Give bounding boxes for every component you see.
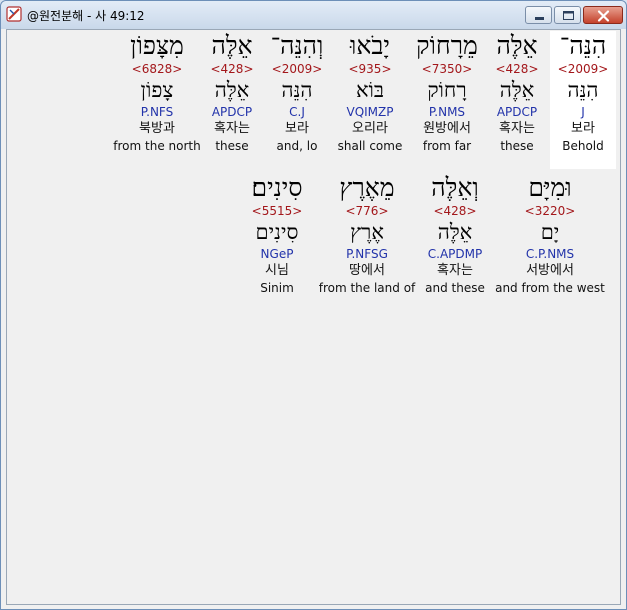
maximize-icon	[563, 11, 574, 20]
english-gloss: and these	[425, 281, 485, 295]
english-gloss: Sinim	[260, 281, 294, 295]
lemma-word: צָפוֹן	[140, 78, 174, 102]
english-gloss: from far	[422, 139, 472, 153]
korean-gloss: 북방과	[139, 121, 175, 136]
hebrew-word: מִצָּפוֹן	[130, 31, 184, 60]
maximize-button[interactable]	[554, 6, 581, 24]
word-block[interactable]: יָבֹאוּ <935> בּוֹא VQIMZP 오리라 shall com…	[331, 31, 409, 154]
korean-gloss: 오리라	[352, 121, 388, 136]
hebrew-word: וְאֵלֶּה	[431, 173, 479, 202]
word-block[interactable]: מֵרָחוֹק <7350> רָחוֹק P.NMS 원방에서 from f…	[407, 31, 487, 154]
parse-code: P.NFS	[140, 105, 174, 119]
lemma-word: בּוֹא	[355, 78, 385, 102]
korean-gloss: 혹자는	[499, 121, 535, 136]
parse-code: VQIMZP	[346, 105, 394, 119]
parse-code: APDCP	[496, 105, 538, 119]
english-gloss: from the north	[113, 139, 201, 153]
minimize-button[interactable]	[525, 6, 552, 24]
word-block[interactable]: וּמִיָּם <3220> יָם C.P.NMS 서방에서 and fro…	[494, 173, 606, 296]
minimize-icon	[535, 17, 544, 20]
strong-number: <6828>	[131, 62, 183, 76]
interlinear-panel: הִנֵּה־ <2009> הִנֵּה J 보라 Behold אֵלֶּה…	[6, 29, 621, 605]
lemma-word: אֵלֶּה	[214, 78, 250, 102]
strong-number: <2009>	[557, 62, 609, 76]
lemma-word: הִנֵּה	[567, 78, 599, 102]
english-gloss: Behold	[562, 139, 604, 153]
english-gloss: from the land of	[318, 281, 416, 295]
word-block-selected[interactable]: הִנֵּה־ <2009> הִנֵּה J 보라 Behold	[550, 31, 616, 169]
english-gloss: shall come	[337, 139, 403, 153]
parse-code: P.NFSG	[346, 247, 388, 261]
word-block[interactable]: אֵלֶּה <428> אֵלֶּה APDCP 혹자는 these	[482, 31, 552, 154]
strong-number: <3220>	[524, 204, 576, 218]
lemma-word: הִנֵּה	[281, 78, 313, 102]
app-window: @원전분해 - 사 49:12 הִנֵּה־ <2009> הִנֵּה J	[0, 0, 627, 610]
korean-gloss: 보라	[571, 121, 595, 136]
english-gloss: these	[215, 139, 249, 153]
strong-number: <776>	[345, 204, 389, 218]
strong-number: <5515>	[251, 204, 303, 218]
hebrew-word: מֵרָחוֹק	[416, 31, 478, 60]
hebrew-word: יָבֹאוּ	[349, 31, 390, 60]
english-gloss: these	[500, 139, 534, 153]
word-block[interactable]: וְהִנֵּה־ <2009> הִנֵּה C.J 보라 and, lo	[263, 31, 331, 154]
hebrew-word: הִנֵּה־	[559, 31, 607, 60]
english-gloss: and from the west	[495, 281, 605, 295]
strong-number: <935>	[348, 62, 392, 76]
hebrew-word: מֵאֶרֶץ	[339, 173, 395, 202]
english-gloss: and, lo	[276, 139, 318, 153]
korean-gloss: 혹자는	[437, 263, 473, 278]
window-title: @원전분해 - 사 49:12	[27, 9, 145, 23]
word-block[interactable]: מִצָּפוֹן <6828> צָפוֹן P.NFS 북방과 from t…	[109, 31, 205, 154]
strong-number: <428>	[495, 62, 539, 76]
parse-code: APDCP	[211, 105, 253, 119]
lemma-word: יָם	[540, 220, 560, 244]
korean-gloss: 땅에서	[349, 263, 385, 278]
korean-gloss: 원방에서	[423, 121, 471, 136]
lemma-word: סִינִים	[255, 220, 299, 244]
lemma-word: אֵלֶּה	[437, 220, 473, 244]
parse-code: C.P.NMS	[525, 247, 575, 261]
lemma-word: אֶרֶץ	[350, 220, 384, 244]
hebrew-word: וּמִיָּם	[528, 173, 572, 202]
strong-number: <7350>	[421, 62, 473, 76]
lemma-word: רָחוֹק	[427, 78, 467, 102]
strong-number: <428>	[433, 204, 477, 218]
hebrew-word: סִינִים׃	[251, 173, 303, 202]
close-icon	[597, 10, 610, 22]
close-button[interactable]	[583, 6, 623, 24]
parse-code: C.APDMP	[427, 247, 483, 261]
parse-code: NGeP	[260, 247, 294, 261]
parse-code: J	[581, 105, 585, 119]
word-block[interactable]: אֵלֶּה <428> אֵלֶּה APDCP 혹자는 these	[199, 31, 265, 154]
word-block[interactable]: וְאֵלֶּה <428> אֵלֶּה C.APDMP 혹자는 and th…	[415, 173, 495, 296]
app-icon[interactable]	[6, 6, 22, 22]
strong-number: <2009>	[271, 62, 323, 76]
lemma-word: אֵלֶּה	[499, 78, 535, 102]
title-bar[interactable]: @원전분해 - 사 49:12	[1, 1, 626, 29]
parse-code: P.NMS	[428, 105, 466, 119]
word-block[interactable]: סִינִים׃ <5515> סִינִים NGeP 시님 Sinim	[243, 173, 311, 296]
hebrew-word: אֵלֶּה	[211, 31, 253, 60]
korean-gloss: 서방에서	[526, 263, 574, 278]
parse-code: C.J	[289, 105, 305, 119]
korean-gloss: 혹자는	[214, 121, 250, 136]
korean-gloss: 보라	[285, 121, 309, 136]
hebrew-word: וְהִנֵּה־	[270, 31, 324, 60]
hebrew-word: אֵלֶּה	[496, 31, 538, 60]
korean-gloss: 시님	[265, 263, 289, 278]
word-block[interactable]: מֵאֶרֶץ <776> אֶרֶץ P.NFSG 땅에서 from the …	[315, 173, 419, 296]
strong-number: <428>	[210, 62, 254, 76]
